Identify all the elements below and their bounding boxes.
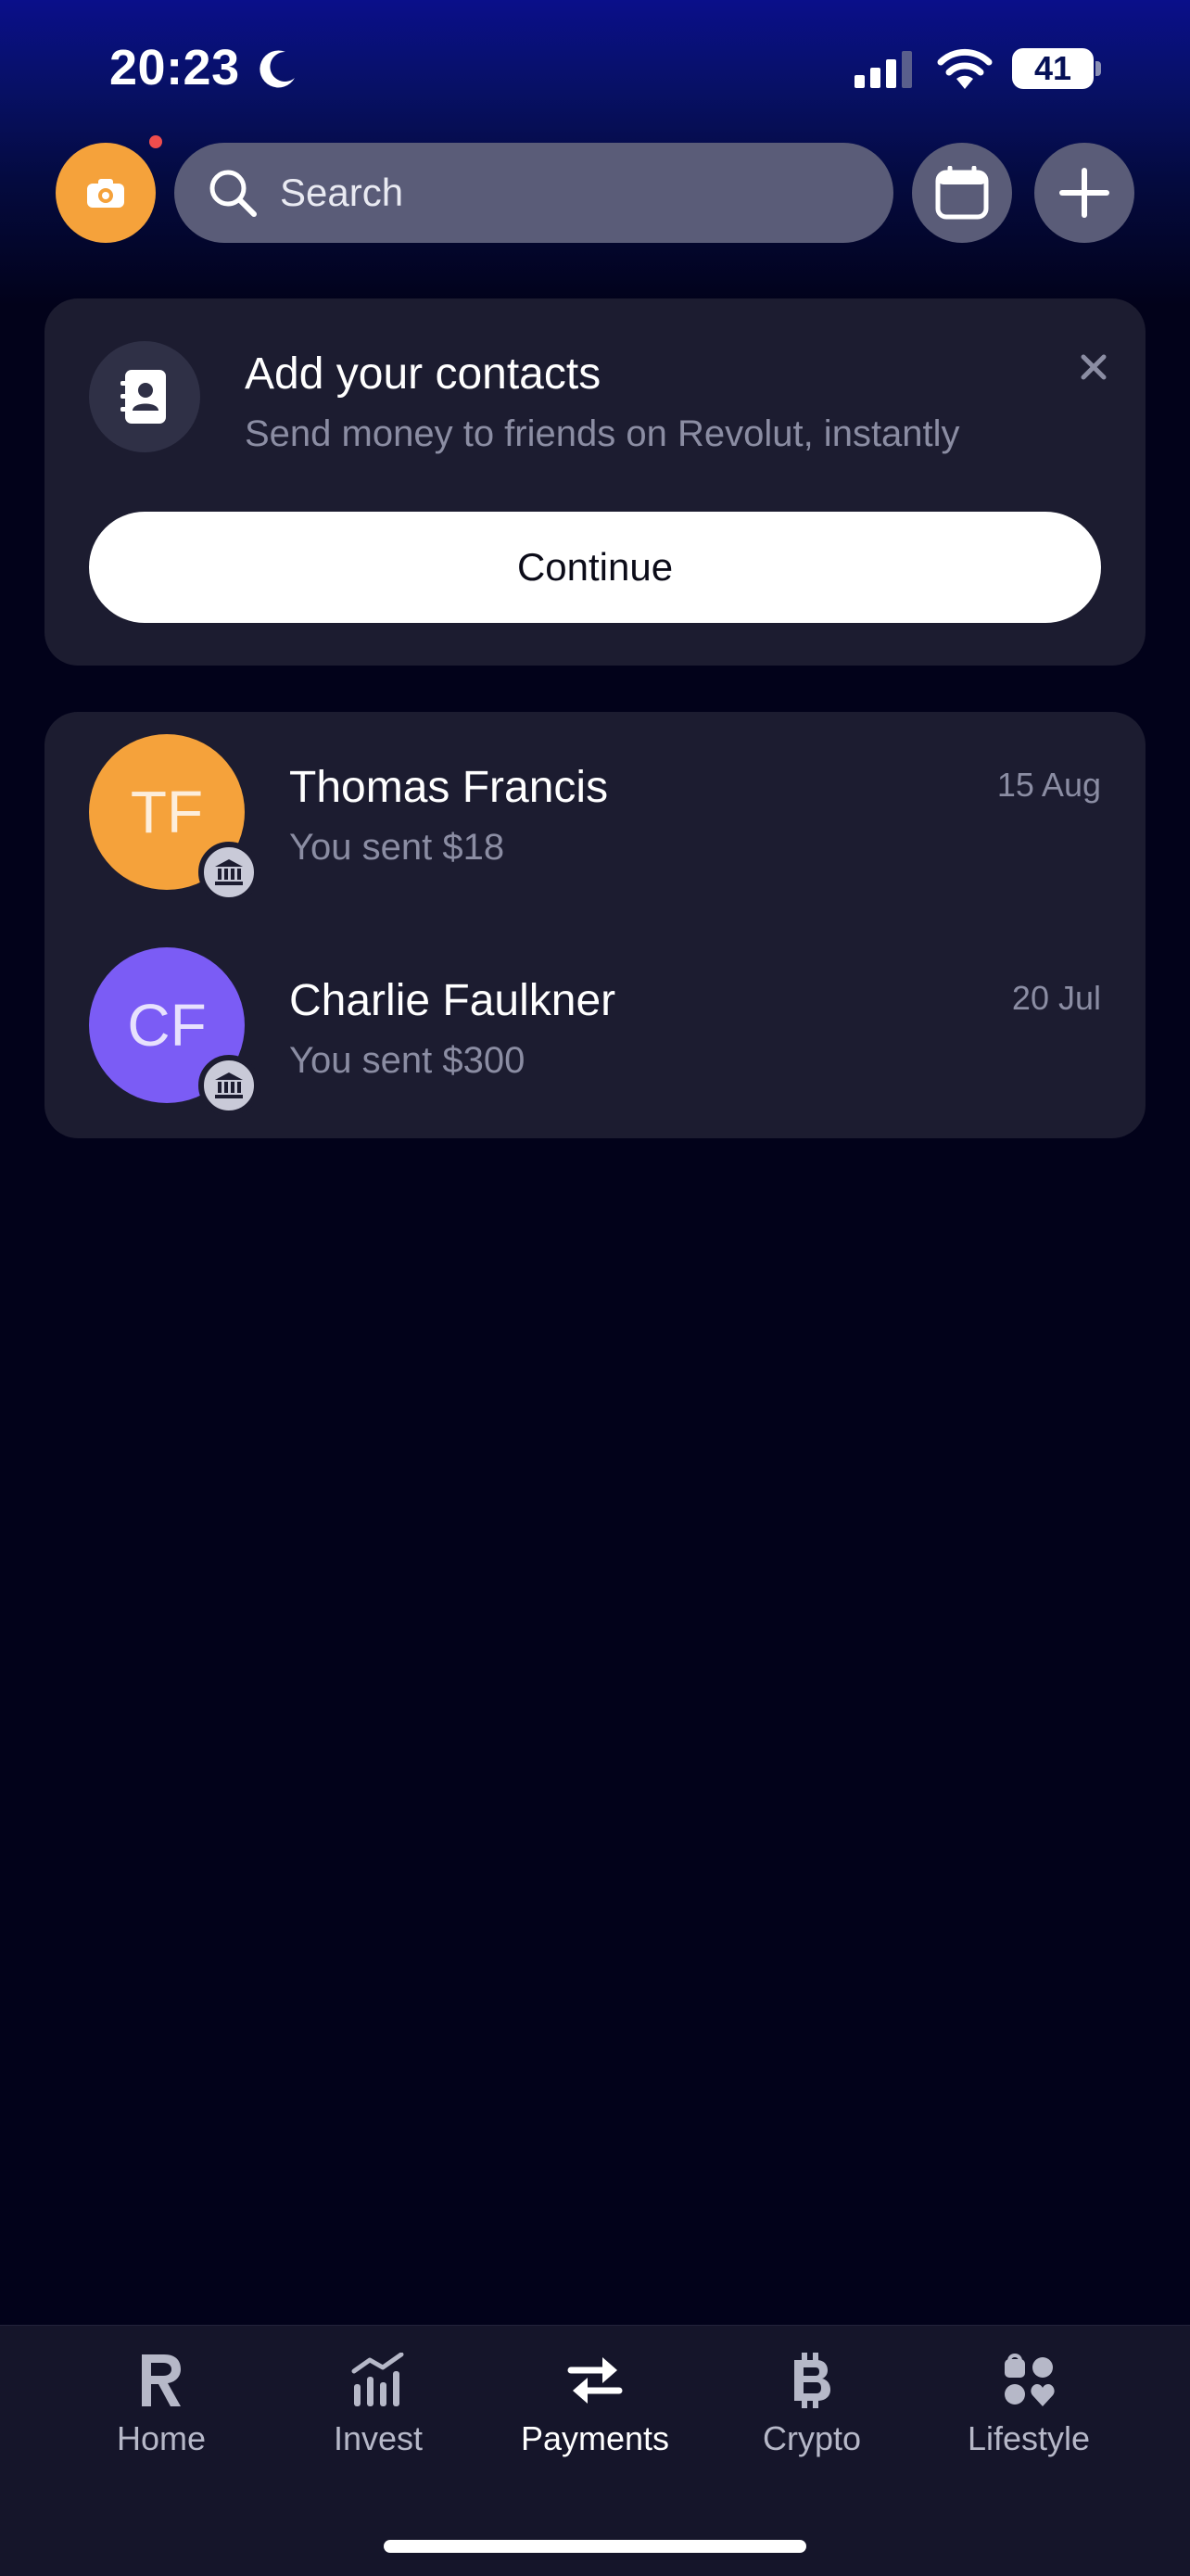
calendar-button[interactable] [912, 143, 1012, 243]
contacts-icon-container [89, 341, 200, 452]
add-contacts-card: Add your contacts Send money to friends … [44, 298, 1146, 666]
bank-icon [215, 1072, 243, 1098]
chart-icon [351, 2353, 404, 2406]
bitcoin-icon [794, 2353, 830, 2408]
battery-indicator: 41 [1012, 48, 1094, 89]
transfer-summary: You sent $300 [289, 1040, 525, 1081]
status-time: 20:23 [109, 40, 240, 95]
transfer-summary: You sent $18 [289, 827, 505, 868]
battery-cap [1095, 61, 1101, 76]
address-book-icon [120, 370, 166, 424]
tab-crypto[interactable]: Crypto [719, 2343, 905, 2458]
transfer-row-1[interactable]: CF Charlie Faulkner You sent $300 20 Jul [44, 925, 1146, 1116]
camera-icon [87, 179, 124, 208]
signal-icon [855, 51, 912, 88]
search-icon [209, 170, 257, 217]
transfer-date: 20 Jul [1011, 979, 1101, 1017]
tab-payments-label: Payments [520, 2419, 670, 2457]
recent-transfers-list: TF Thomas Francis You sent $18 15 Aug CF [44, 712, 1146, 1138]
bank-icon [215, 859, 243, 885]
bank-badge [198, 1055, 260, 1116]
tab-lifestyle-label: Lifestyle [967, 2419, 1091, 2457]
wifi-icon [937, 48, 993, 89]
moon-icon [260, 50, 295, 88]
transfer-arrows-icon [567, 2357, 623, 2404]
contacts-card-title: Add your contacts [245, 349, 601, 399]
bank-badge [198, 842, 260, 903]
contacts-card-subtitle: Send money to friends on Revolut, instan… [245, 413, 960, 454]
close-card-button[interactable] [1071, 345, 1116, 389]
tab-invest-label: Invest [333, 2419, 424, 2457]
plus-icon [1059, 168, 1109, 218]
tab-lifestyle[interactable]: Lifestyle [936, 2343, 1121, 2458]
lifestyle-icon [1005, 2354, 1055, 2406]
notification-dot [149, 135, 162, 148]
transfer-row-0[interactable]: TF Thomas Francis You sent $18 15 Aug [44, 712, 1146, 903]
contact-name: Charlie Faulkner [289, 976, 616, 1025]
tab-crypto-label: Crypto [762, 2419, 862, 2457]
revolut-r-icon [142, 2354, 181, 2406]
transfer-date: 15 Aug [996, 766, 1101, 804]
tab-payments[interactable]: Payments [502, 2343, 688, 2458]
tab-invest[interactable]: Invest [285, 2343, 471, 2458]
search-placeholder: Search [280, 171, 404, 214]
profile-avatar-button[interactable] [56, 143, 156, 243]
tab-home-label: Home [116, 2419, 207, 2457]
add-button[interactable] [1034, 143, 1134, 243]
continue-button[interactable]: Continue [89, 512, 1101, 623]
tab-home[interactable]: Home [69, 2343, 254, 2458]
home-indicator[interactable] [384, 2540, 806, 2553]
search-input[interactable]: Search [174, 143, 893, 243]
close-icon [1081, 354, 1107, 380]
contact-name: Thomas Francis [289, 763, 609, 812]
calendar-icon [935, 166, 989, 220]
